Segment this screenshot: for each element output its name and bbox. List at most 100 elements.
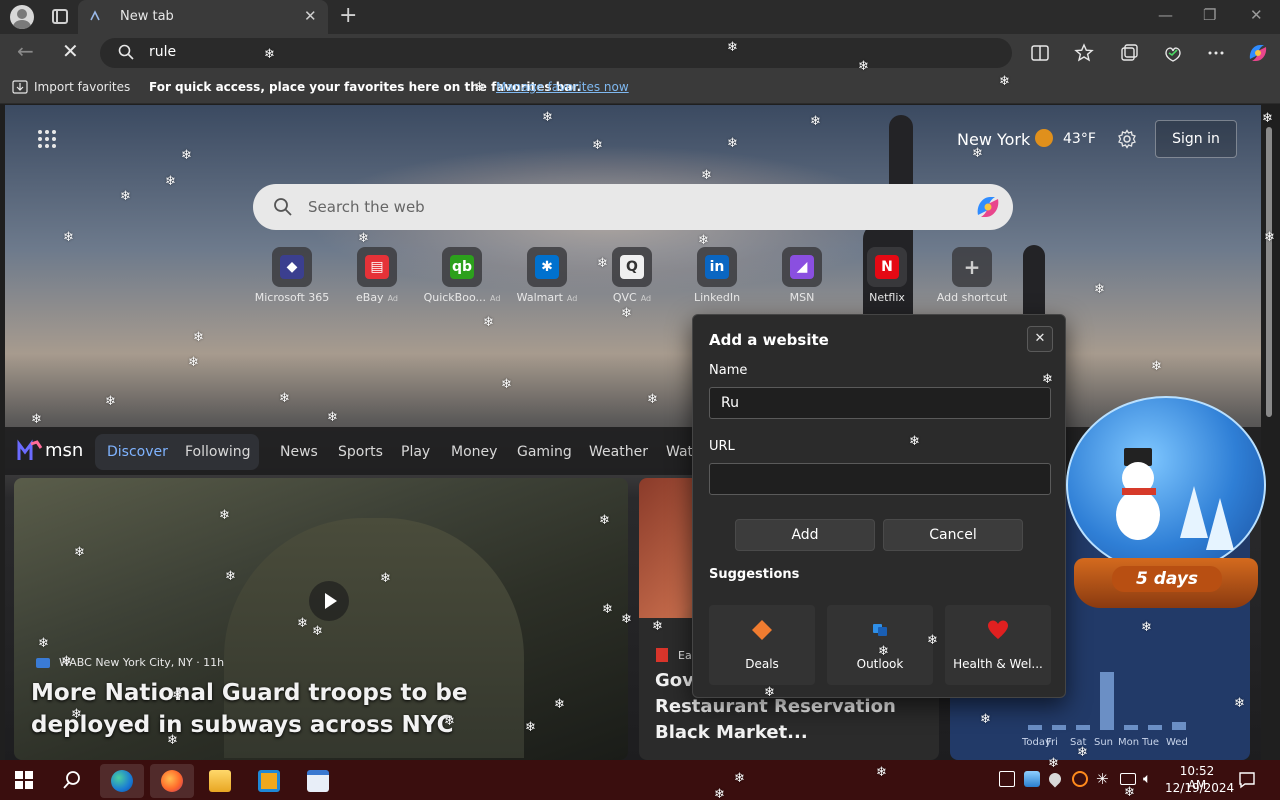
shortcut-icon-tile: ◢ xyxy=(782,247,822,287)
shortcut-tile[interactable]: Q QVC Ad xyxy=(588,247,676,309)
collections-icon[interactable] xyxy=(1119,43,1139,63)
tag-icon xyxy=(751,619,773,641)
shortcut-tile[interactable]: ◆ Microsoft 365 xyxy=(248,247,336,309)
tab-close-icon[interactable]: ✕ xyxy=(304,7,317,25)
firefox-icon xyxy=(161,770,183,792)
msn-tab-play[interactable]: Play xyxy=(401,444,430,460)
address-bar[interactable]: rule xyxy=(100,38,1012,68)
back-button[interactable]: ← xyxy=(17,39,34,63)
tab-actions-icon[interactable] xyxy=(52,9,68,24)
weather-sun-icon xyxy=(1035,129,1053,147)
news-headline[interactable]: More National Guard troops to be deploye… xyxy=(31,677,591,741)
network-icon[interactable] xyxy=(1120,773,1136,785)
tray-search-icon[interactable] xyxy=(1072,771,1088,787)
suggestions-heading: Suggestions xyxy=(709,567,800,582)
add-button[interactable]: Add xyxy=(735,519,875,551)
web-search-box[interactable]: Search the web xyxy=(253,184,1013,230)
news-source-logo xyxy=(656,648,668,662)
tree-icon xyxy=(1206,498,1234,550)
tray-task-view-icon[interactable] xyxy=(999,771,1015,787)
add-website-dialog: Add a website ✕ Name Ru URL Add Cancel S… xyxy=(692,314,1066,698)
msn-tab-news[interactable]: News xyxy=(280,444,318,460)
shortcut-tile[interactable]: + Add shortcut xyxy=(928,247,1016,309)
favorites-bar: Import favorites For quick access, place… xyxy=(0,72,1280,104)
import-favorites-button[interactable]: Import favorites xyxy=(34,80,130,94)
msn-tab-gaming[interactable]: Gaming xyxy=(517,444,572,460)
taskbar-remote-app[interactable] xyxy=(247,764,291,798)
suggestion-label: Health & Wel... xyxy=(953,657,1043,671)
minimize-button[interactable]: — xyxy=(1158,6,1173,24)
forecast-bar xyxy=(1172,722,1186,730)
forecast-day-label: Wed xyxy=(1166,737,1188,748)
sign-in-button[interactable]: Sign in xyxy=(1155,120,1237,158)
cancel-button[interactable]: Cancel xyxy=(883,519,1023,551)
news-card-main[interactable]: WABC New York City, NY · 11h More Nation… xyxy=(14,478,628,760)
msn-tab-weather[interactable]: Weather xyxy=(589,444,648,460)
shortcut-tile[interactable]: ◢ MSN xyxy=(758,247,846,309)
shortcut-label-text: Walmart xyxy=(516,291,563,304)
taskbar-edge[interactable] xyxy=(100,764,144,798)
address-input[interactable]: rule xyxy=(149,44,176,60)
profile-avatar[interactable] xyxy=(10,5,34,29)
taskbar-search-icon[interactable] xyxy=(62,770,82,790)
tray-app-icon[interactable] xyxy=(1024,771,1040,787)
msn-tab-money[interactable]: Money xyxy=(451,444,497,460)
tray-sparkle-icon[interactable]: ✳ xyxy=(1096,771,1112,787)
msn-tab-sports[interactable]: Sports xyxy=(338,444,383,460)
tree-icon xyxy=(1180,486,1208,538)
more-options-icon[interactable] xyxy=(1206,43,1226,63)
weather-temperature[interactable]: 43°F xyxy=(1063,131,1096,147)
forecast-bar xyxy=(1028,725,1042,730)
tab-new-tab[interactable]: New tab ✕ xyxy=(78,0,328,34)
name-input[interactable]: Ru xyxy=(709,387,1051,419)
browser-toolbar: ← ✕ rule xyxy=(0,34,1280,72)
snow-globe-widget[interactable]: 5 days xyxy=(1066,396,1266,616)
taskbar-file-explorer[interactable] xyxy=(198,764,242,798)
taskbar-calendar-app[interactable] xyxy=(296,764,340,798)
suggestion-label: Deals xyxy=(745,657,779,671)
dialog-close-button[interactable]: ✕ xyxy=(1027,326,1053,352)
shortcut-icon-tile: ✱ xyxy=(527,247,567,287)
shortcut-tile[interactable]: N Netflix xyxy=(843,247,931,309)
volume-icon[interactable]: 🔈︎ xyxy=(1143,771,1159,787)
copilot-icon[interactable] xyxy=(973,193,1003,221)
ad-badge: Ad xyxy=(640,294,652,303)
msn-tab-wat[interactable]: Wat xyxy=(666,444,693,460)
manage-favorites-link[interactable]: Manage favorites now xyxy=(496,80,629,94)
browser-essentials-icon[interactable] xyxy=(1163,43,1183,63)
shortcut-icon-tile: Q xyxy=(612,247,652,287)
scrollbar-thumb[interactable] xyxy=(1266,127,1272,417)
url-input[interactable] xyxy=(709,463,1051,495)
taskbar-firefox[interactable] xyxy=(150,764,194,798)
forecast-bar xyxy=(1052,725,1066,730)
suggestion-health-wel[interactable]: Health & Wel... xyxy=(945,605,1051,685)
shortcut-tile[interactable]: ▤ eBay Ad xyxy=(333,247,421,309)
msn-tab-discover[interactable]: Discover xyxy=(107,444,168,460)
news-source-logo xyxy=(36,658,50,668)
notifications-icon[interactable] xyxy=(1238,771,1256,789)
split-screen-icon[interactable] xyxy=(1030,43,1050,63)
suggestion-outlook[interactable]: Outlook xyxy=(827,605,933,685)
new-tab-button[interactable]: + xyxy=(339,3,357,28)
shortcut-tile[interactable]: ✱ Walmart Ad xyxy=(503,247,591,309)
msn-tab-following[interactable]: Following xyxy=(185,444,251,460)
close-window-button[interactable]: ✕ xyxy=(1250,6,1263,24)
apps-grid-icon[interactable] xyxy=(37,129,57,149)
shortcut-tile[interactable]: in LinkedIn xyxy=(673,247,761,309)
add-favorite-star-icon[interactable] xyxy=(1074,43,1094,63)
msn-logo-icon xyxy=(17,439,43,460)
shortcut-label-text: Netflix xyxy=(869,291,905,304)
clock-date[interactable]: 12/19/2024 xyxy=(1165,781,1234,795)
suggestion-deals[interactable]: Deals xyxy=(709,605,815,685)
shortcut-tile[interactable]: qb QuickBoo... Ad xyxy=(418,247,506,309)
copilot-icon[interactable] xyxy=(1246,41,1270,65)
shortcut-glyph-icon: ◆ xyxy=(280,255,304,279)
play-video-button[interactable] xyxy=(309,581,349,621)
windows-start-icon[interactable] xyxy=(14,770,34,790)
gear-icon[interactable] xyxy=(1117,129,1137,149)
restore-button[interactable]: ❐ xyxy=(1203,6,1216,24)
shortcut-glyph-icon: ▤ xyxy=(365,255,389,279)
stop-loading-button[interactable]: ✕ xyxy=(62,39,79,63)
weather-city[interactable]: New York xyxy=(957,130,1030,149)
tray-drop-icon[interactable] xyxy=(1046,770,1064,788)
